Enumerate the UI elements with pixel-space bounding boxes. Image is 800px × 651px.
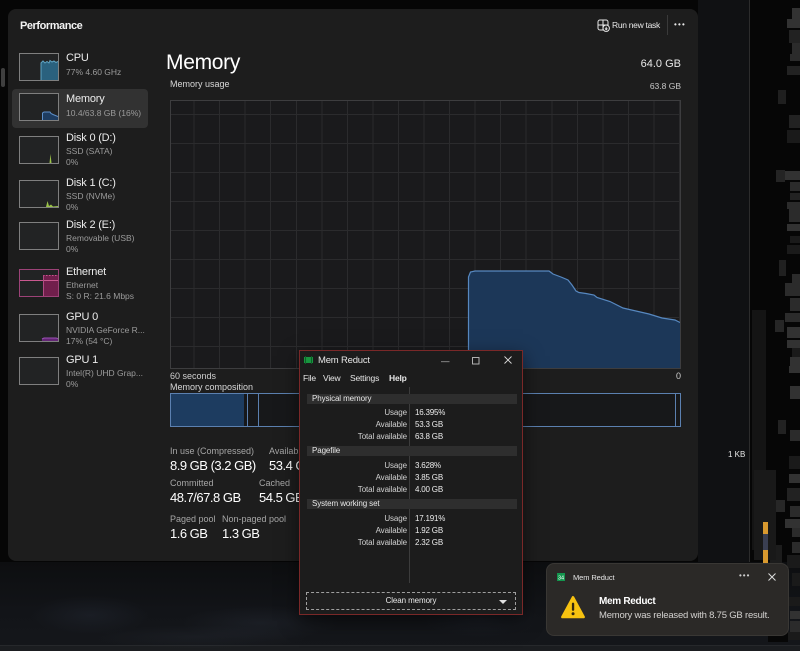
svg-text:34: 34 (558, 575, 564, 581)
